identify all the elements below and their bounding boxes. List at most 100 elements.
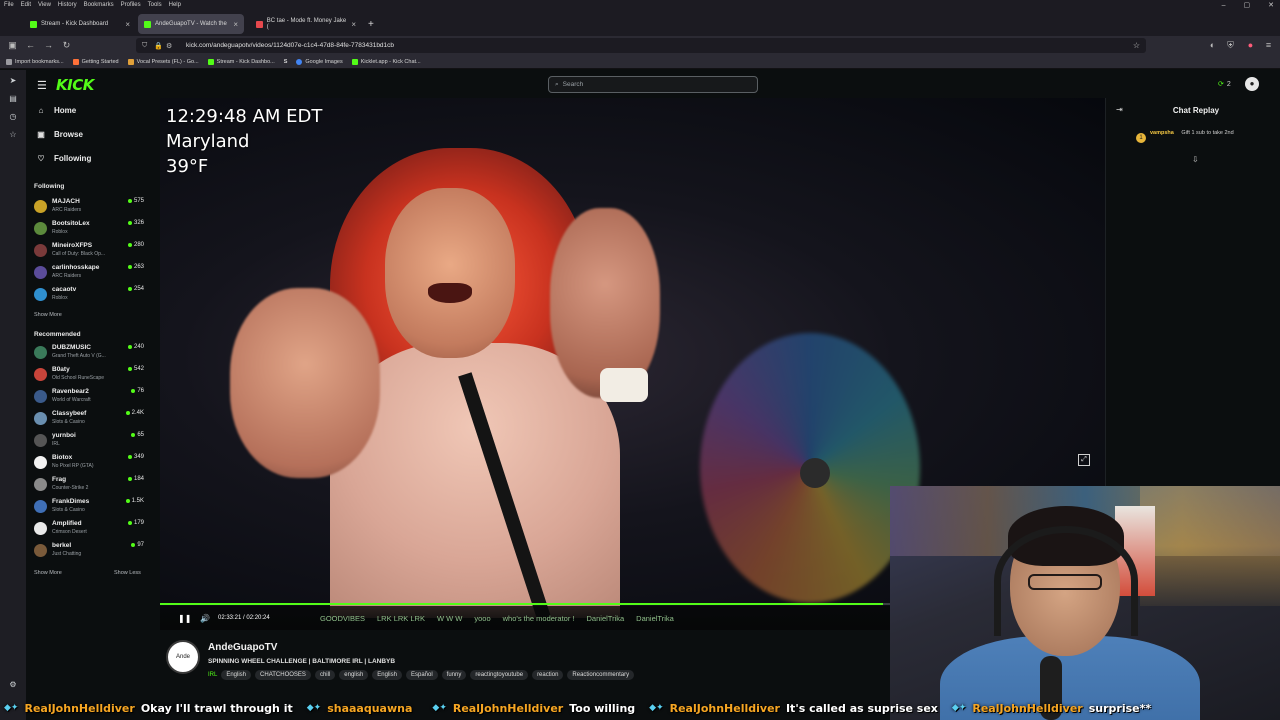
bookmark-import[interactable]: Import bookmarks... [6,58,64,65]
channel-item[interactable]: Amplified Crimson Desert 179 [34,520,146,540]
badge-icons: ◆✦ [432,703,447,713]
new-tab-button[interactable]: + [362,14,378,34]
channel-avatar [34,412,47,425]
viewer-count: 542 [127,366,144,372]
video-progress-bar[interactable] [160,603,890,605]
menu-bookmarks[interactable]: Bookmarks [84,2,114,8]
live-dot-icon [127,521,132,525]
channel-item[interactable]: carlinhosskape ARC Raiders 263 [34,264,146,284]
volume-icon[interactable]: 🔊 [200,614,210,623]
maximize-window-icon[interactable]: ▢ [1244,1,1251,9]
extension-badge-icon[interactable]: ● [1244,39,1257,52]
recommended-show-less[interactable]: Show Less [114,570,141,576]
bookmark-vocal-presets[interactable]: Vocal Presets (FL) - Go... [127,58,199,65]
channel-category: Grand Theft Auto V (G... [52,353,106,359]
menu-edit[interactable]: Edit [21,2,31,8]
stream-tag[interactable]: reactingtoyoutube [470,670,529,680]
recommended-show-more[interactable]: Show More [34,570,62,576]
bookmark-kicklet[interactable]: Kicklet.app - Kick Chat... [351,58,421,65]
theater-mode-icon[interactable]: ⤢ [1078,454,1090,466]
chat-username[interactable]: vampsha [1150,130,1174,136]
star-rail-icon[interactable]: ☆ [8,130,18,140]
reload-icon[interactable]: ↻ [60,39,73,52]
following-show-more[interactable]: Show More [34,312,62,318]
bookmark-s[interactable]: S [284,59,288,65]
tab-andeguapotv[interactable]: AndeGuapoTV - Watch the × [138,14,244,34]
bookmarks-rail-icon[interactable]: ▤ [8,94,18,104]
channel-item[interactable]: B0aty Old School RuneScape 542 [34,366,146,386]
tab-bc-tae[interactable]: BC tae - Mode ft. Money Jake ( × [250,14,362,34]
channel-item[interactable]: Biotox No Pixel RP (GTA) 349 [34,454,146,474]
scroll-down-icon[interactable]: ⇩ [1192,155,1199,164]
stream-tag[interactable]: english [339,670,369,680]
channel-item[interactable]: Frag Counter-Strike 2 184 [34,476,146,496]
shield-extension-icon[interactable]: ⛨ [1224,39,1237,52]
stream-tag[interactable]: chill [314,670,336,680]
menu-tools[interactable]: Tools [148,2,162,8]
pause-icon[interactable]: ❚❚ [178,614,191,623]
channel-item[interactable]: cacaotv Roblox 254 [34,286,146,306]
channel-item[interactable]: Classybeef Slots & Casino 2.4K [34,410,146,430]
channel-item[interactable]: FrankDimes Slots & Casino 1.5K [34,498,146,518]
sidebar-rail-icon[interactable]: ➤ [8,76,18,86]
tab-kick-dashboard[interactable]: Stream - Kick Dashboard × [24,14,136,34]
avatar[interactable]: ● [1245,77,1259,91]
bookmark-getting-started[interactable]: Getting Started [72,58,119,65]
menu-icon[interactable]: ≡ [1262,39,1275,52]
nav-browse[interactable]: ▣ Browse [36,130,83,139]
streamer-avatar[interactable]: Ande [166,640,200,674]
menu-view[interactable]: View [38,2,51,8]
stream-tag[interactable]: funny [441,670,467,680]
search-input[interactable]: ⌕ Search [548,76,758,93]
channel-avatar [34,544,47,557]
channel-item[interactable]: DUBZMUSIC Grand Theft Auto V (G... 240 [34,344,146,364]
live-dot-icon [127,477,132,481]
nav-following[interactable]: ♡ Following [36,154,91,163]
ticker-message: GOODVIBES [320,614,366,623]
menu-profiles[interactable]: Profiles [121,2,141,8]
close-window-icon[interactable]: ✕ [1268,1,1274,9]
forward-icon[interactable]: → [42,39,55,52]
history-rail-icon[interactable]: ◷ [8,112,18,122]
close-tab-icon[interactable]: × [125,20,130,29]
bookmark-star-icon[interactable]: ☆ [1133,41,1140,50]
stream-tag[interactable]: English [221,670,252,680]
kick-logo[interactable]: KICK [56,76,94,94]
bookmark-google-images[interactable]: Google Images [296,58,343,65]
nav-home[interactable]: ⌂ Home [36,106,77,115]
live-dot-icon [127,221,132,225]
category-link[interactable]: IRL [208,670,217,680]
kick-favicon-icon [144,20,151,28]
channel-item[interactable]: BootsitoLex Roblox 326 [34,220,146,240]
extension-icon[interactable]: ◐ [1206,39,1219,52]
live-dot-icon [125,411,130,415]
sidebar-toggle-icon[interactable]: ▣ [6,39,19,52]
stream-tag[interactable]: Reactioncommentary [567,670,635,680]
url-bar[interactable]: ⛉ 🔒 ⚙ kick.com/andeguapotv/videos/1124d0… [136,38,1146,53]
bookmark-kick-dashboard[interactable]: Stream - Kick Dashbo... [207,58,275,65]
stream-tag[interactable]: English [372,670,402,680]
menu-file[interactable]: File [4,2,14,8]
menu-help[interactable]: Help [169,2,181,8]
channel-item[interactable]: MAJACH ARC Raiders 575 [34,198,146,218]
streamer-name[interactable]: AndeGuapoTV [208,642,277,653]
stream-tag[interactable]: CHATCHOOSES [255,670,311,680]
channel-item[interactable]: berkel Just Chatting 97 [34,542,146,562]
stream-tag[interactable]: Español [405,670,438,680]
stream-tag[interactable]: reaction [532,670,564,680]
menu-history[interactable]: History [58,2,77,8]
close-tab-icon[interactable]: × [233,20,238,29]
hamburger-menu-icon[interactable]: ☰ [37,79,47,92]
watch-count-pill[interactable]: ⟳ 2 [1218,77,1240,91]
channel-name: yurnboi [52,432,76,439]
badge-icons: ◆✦ [951,703,967,713]
close-tab-icon[interactable]: × [351,20,356,29]
back-icon[interactable]: ← [24,39,37,52]
settings-gear-icon[interactable]: ⚙ [8,680,18,690]
minimize-window-icon[interactable]: – [1222,2,1226,9]
channel-item[interactable]: Ravenbear2 World of Warcraft 76 [34,388,146,408]
channel-item[interactable]: MineiroXFPS Call of Duty: Black Op... 280 [34,242,146,262]
channel-category: Old School RuneScape [52,375,104,381]
channel-avatar [34,200,47,213]
channel-item[interactable]: yurnboi IRL 65 [34,432,146,452]
